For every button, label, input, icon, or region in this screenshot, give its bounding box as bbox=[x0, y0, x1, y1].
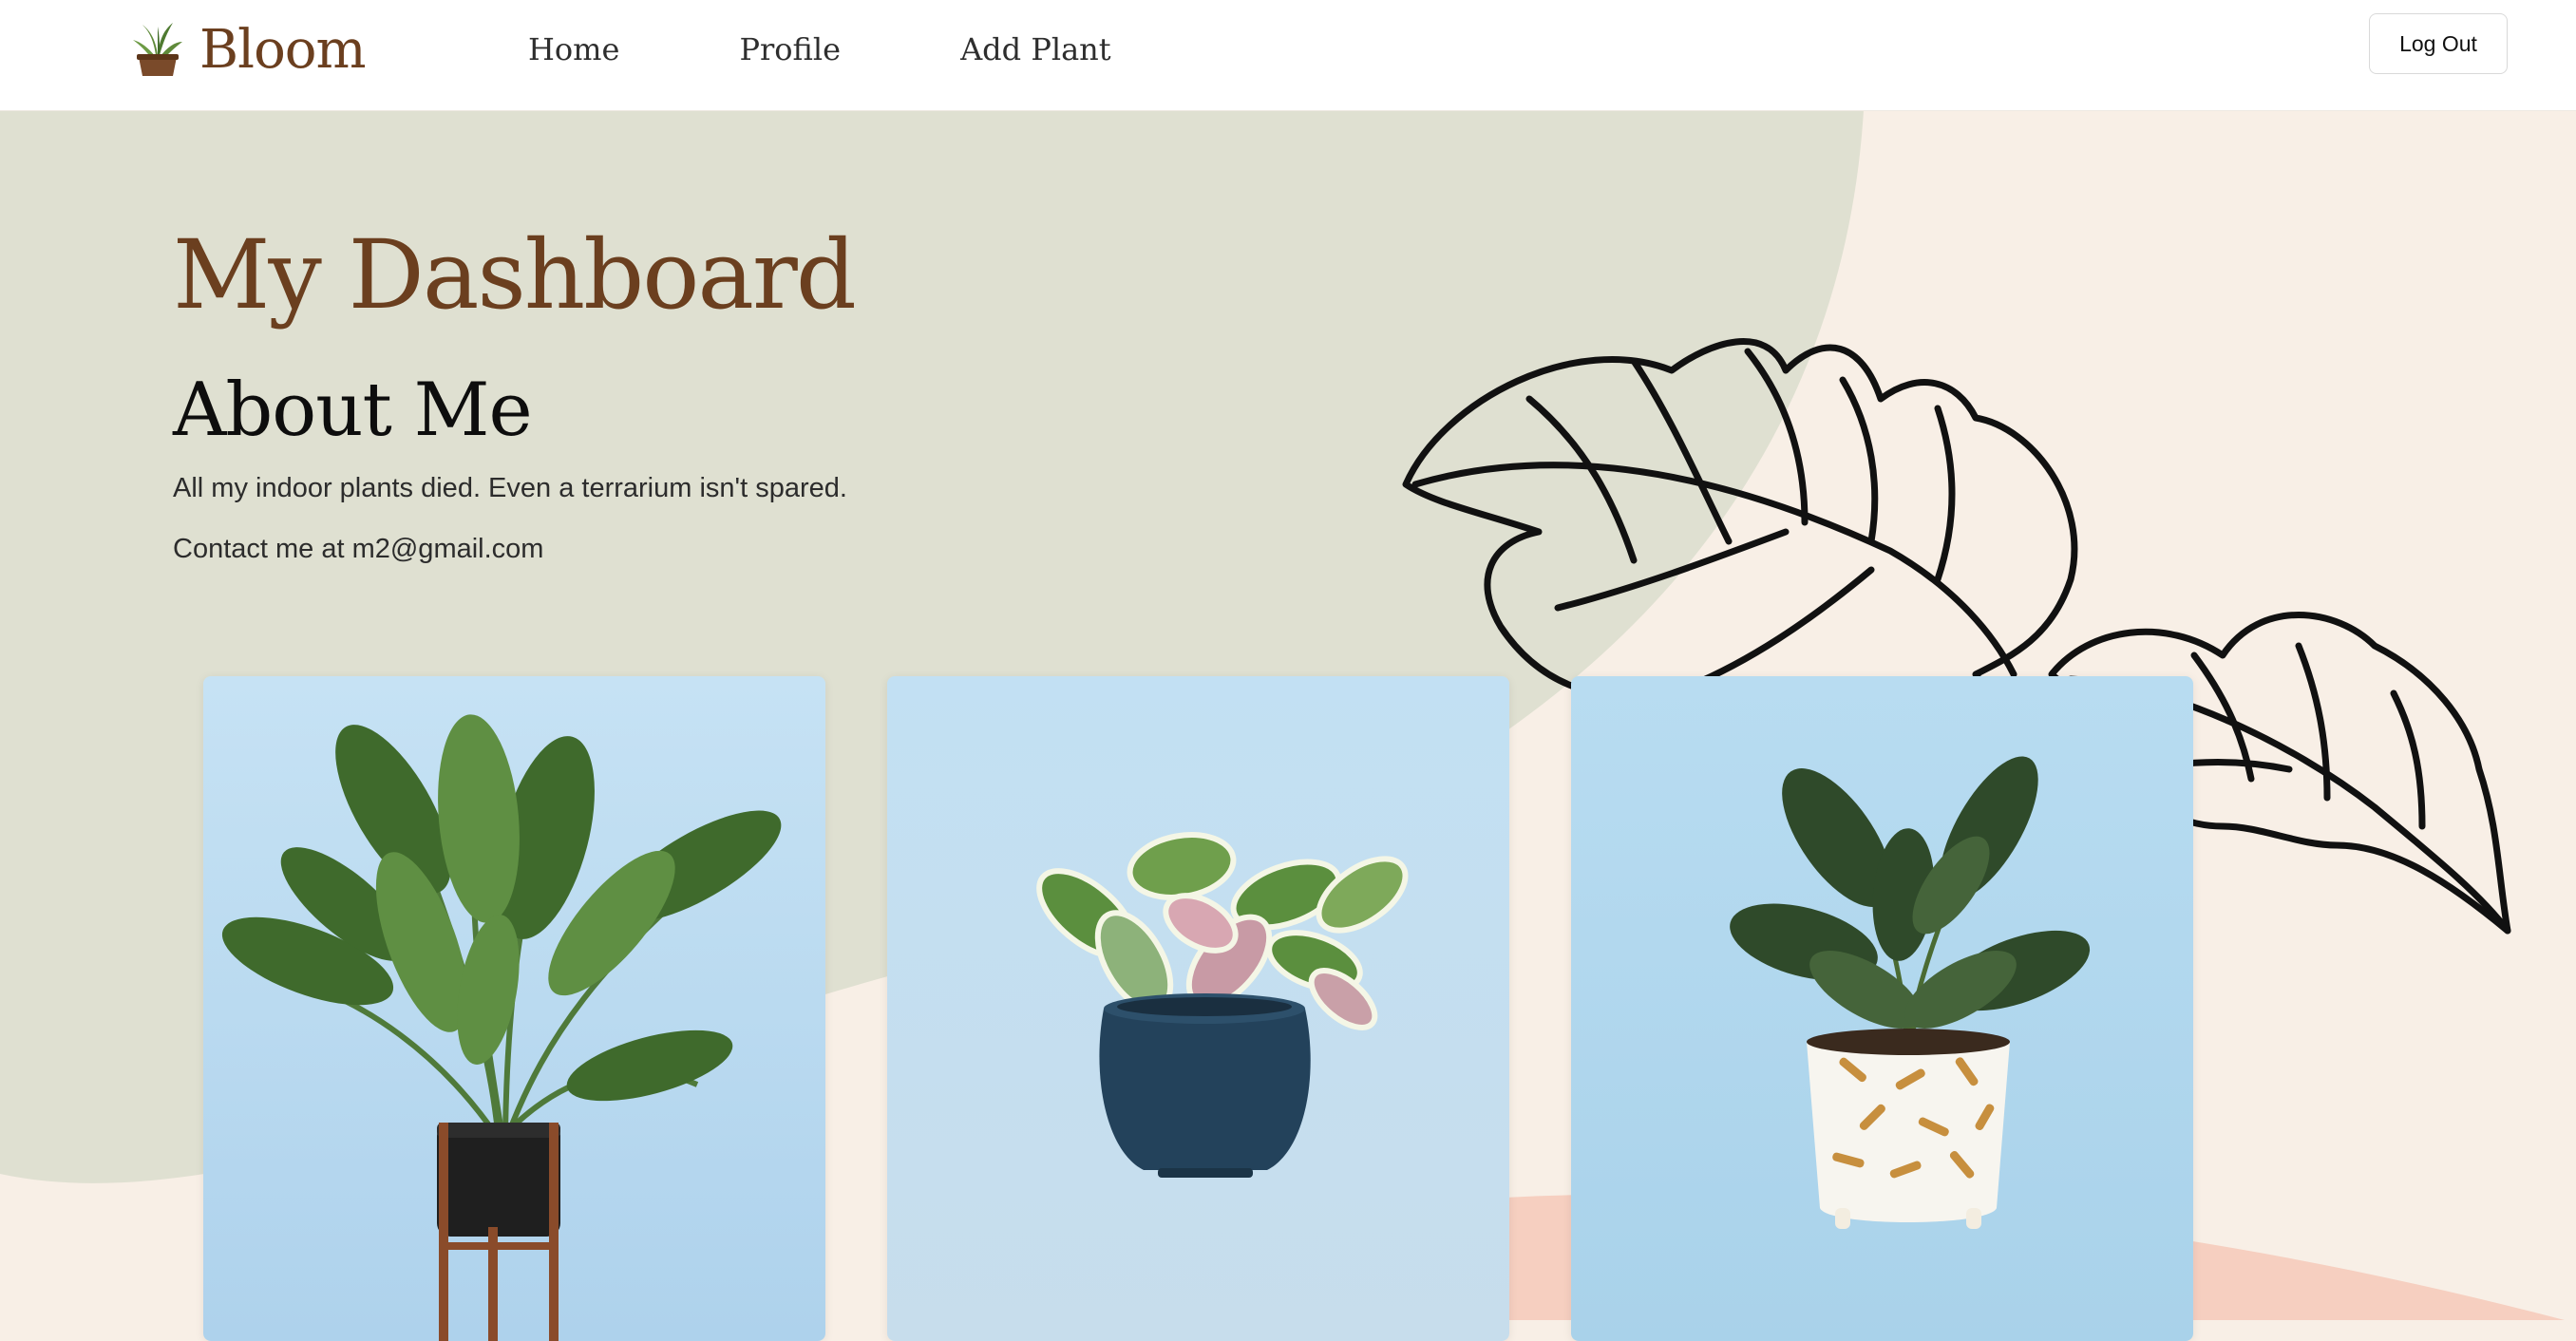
potted-plant-logo-icon bbox=[133, 23, 182, 76]
brand-logo[interactable]: Bloom bbox=[131, 18, 367, 81]
nav-link-profile[interactable]: Profile bbox=[739, 27, 841, 72]
nav-link-home[interactable]: Home bbox=[528, 27, 619, 72]
page-title: My Dashboard bbox=[173, 219, 857, 331]
nav-link-add-plant[interactable]: Add Plant bbox=[960, 27, 1111, 72]
nav-links: Home Profile Add Plant bbox=[528, 27, 1231, 72]
logout-button[interactable]: Log Out bbox=[2369, 13, 2508, 74]
plant-card[interactable] bbox=[1571, 676, 2193, 1341]
about-me-heading: About Me bbox=[173, 368, 533, 453]
top-navbar: Bloom Home Profile Add Plant Log Out bbox=[0, 0, 2576, 111]
plant-card[interactable] bbox=[887, 676, 1509, 1341]
ficus-plant-image bbox=[1571, 676, 2193, 1341]
contact-text: Contact me at m2@gmail.com bbox=[173, 534, 544, 564]
brand-name: Bloom bbox=[199, 18, 367, 81]
dashboard-main: My Dashboard About Me All my indoor plan… bbox=[173, 218, 857, 568]
bio-text: All my indoor plants died. Even a terrar… bbox=[173, 473, 847, 503]
peace-lily-plant-image bbox=[203, 676, 825, 1341]
plant-card[interactable] bbox=[203, 676, 825, 1341]
hoya-plant-image bbox=[887, 676, 1509, 1341]
